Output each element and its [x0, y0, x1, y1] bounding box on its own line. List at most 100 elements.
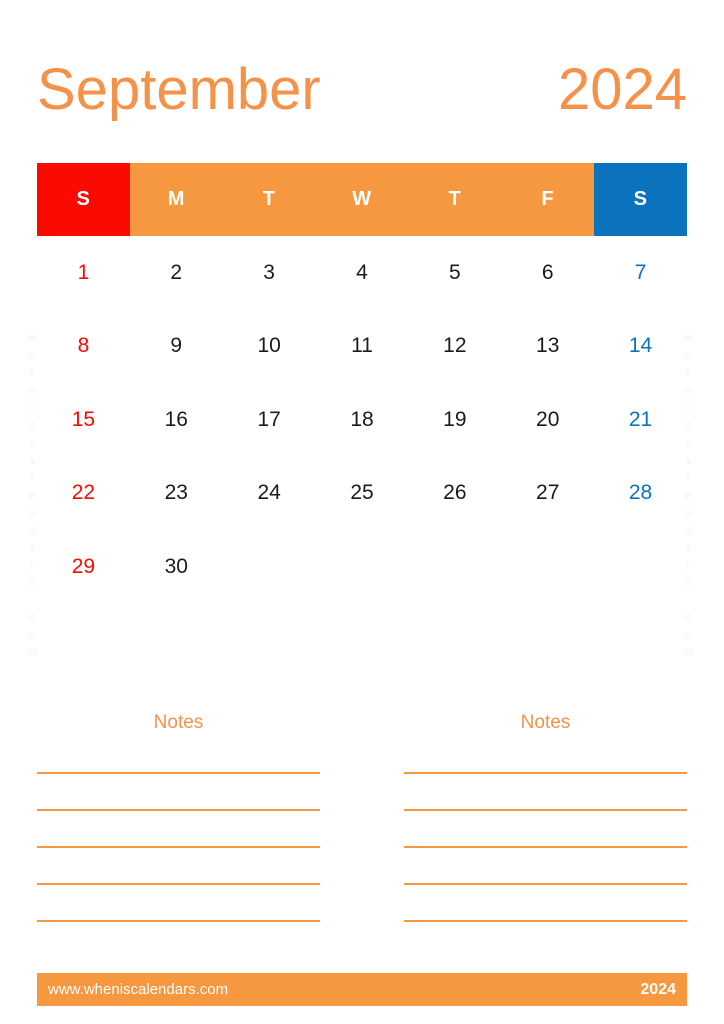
day-cell-12[interactable]: 12: [408, 310, 501, 384]
day-cell-28[interactable]: 28: [594, 457, 687, 531]
watermark-char: s: [685, 419, 691, 432]
watermark-char: i: [30, 402, 34, 414]
watermark-char: l: [686, 472, 690, 484]
notes-area: Notes Notes: [37, 712, 687, 922]
day-cell-6[interactable]: 6: [501, 236, 594, 310]
watermark-char: o: [684, 629, 692, 642]
watermark-char: .: [30, 594, 34, 607]
notes-lines-left: [37, 772, 320, 922]
day-cell-27[interactable]: 27: [501, 457, 594, 531]
weekday-header-row: SMTWTFS: [37, 163, 687, 236]
calendar-page: September 2024 SMTWTFS 1 2 3 4 5 6 7 8 9 10 11 12 13…: [0, 0, 724, 1024]
watermark-char: d: [684, 524, 692, 537]
day-cell-9[interactable]: 9: [130, 310, 223, 384]
day-cell-30[interactable]: 30: [130, 530, 223, 604]
day-cell-26[interactable]: 26: [408, 457, 501, 531]
note-line-left-1[interactable]: [37, 772, 320, 774]
note-line-left-5[interactable]: [37, 920, 320, 922]
note-line-left-2[interactable]: [37, 809, 320, 811]
watermark-left: wheniscalendars.com: [22, 330, 42, 663]
watermark-char: w: [684, 332, 692, 344]
day-cell-3[interactable]: 3: [223, 236, 316, 310]
watermark-char: a: [684, 542, 692, 554]
watermark-char: a: [28, 454, 36, 467]
weekday-header-6: S: [594, 163, 687, 236]
calendar-week-row: 22 23 24 25 26 27 28: [37, 457, 687, 531]
watermark-char: a: [684, 454, 692, 467]
watermark-char: n: [684, 507, 692, 519]
watermark-char: s: [685, 577, 691, 589]
footer-year: 2024: [640, 980, 676, 998]
day-cell-empty: [501, 530, 594, 604]
weekday-header-1: M: [129, 163, 223, 236]
note-line-right-1[interactable]: [404, 772, 687, 774]
watermark-char: c: [29, 612, 35, 624]
day-cell-20[interactable]: 20: [501, 383, 594, 457]
day-cell-14[interactable]: 14: [594, 310, 687, 384]
day-cell-17[interactable]: 17: [223, 383, 316, 457]
watermark-char: e: [684, 489, 692, 502]
watermark-char: m: [27, 647, 37, 659]
watermark-char: .: [686, 594, 690, 607]
note-line-left-4[interactable]: [37, 883, 320, 885]
day-cell-empty: [594, 530, 687, 604]
watermark-char: n: [28, 507, 36, 519]
footer-bar: www.wheniscalendars.com 2024: [37, 973, 687, 1006]
note-line-right-4[interactable]: [404, 883, 687, 885]
day-cell-25[interactable]: 25: [316, 457, 409, 531]
note-line-right-5[interactable]: [404, 920, 687, 922]
watermark-char: d: [28, 524, 36, 537]
day-cell-16[interactable]: 16: [130, 383, 223, 457]
day-cell-11[interactable]: 11: [316, 310, 409, 384]
note-line-right-3[interactable]: [404, 846, 687, 848]
weekday-header-0: S: [37, 163, 130, 236]
day-cell-29[interactable]: 29: [37, 530, 130, 604]
watermark-char: i: [686, 402, 690, 414]
day-cell-2[interactable]: 2: [130, 236, 223, 310]
weekday-header-3: W: [315, 163, 409, 236]
day-cell-23[interactable]: 23: [130, 457, 223, 531]
day-cell-10[interactable]: 10: [223, 310, 316, 384]
day-cell-15[interactable]: 15: [37, 383, 130, 457]
notes-column-left: Notes: [37, 712, 320, 922]
notes-lines-right: [404, 772, 687, 922]
watermark-char: s: [29, 419, 35, 432]
weekday-header-4: T: [408, 163, 502, 236]
day-cell-1[interactable]: 1: [37, 236, 130, 310]
watermark-char: m: [683, 647, 693, 659]
watermark-char: n: [28, 384, 36, 397]
watermark-char: e: [684, 367, 692, 379]
day-cell-7[interactable]: 7: [594, 236, 687, 310]
watermark-char: o: [28, 629, 36, 642]
day-cell-13[interactable]: 13: [501, 310, 594, 384]
weekday-header-2: T: [222, 163, 316, 236]
watermark-char: r: [686, 559, 690, 572]
footer-url[interactable]: www.wheniscalendars.com: [48, 981, 228, 998]
month-title: September: [37, 57, 321, 122]
day-cell-18[interactable]: 18: [316, 383, 409, 457]
notes-column-right: Notes: [404, 712, 687, 922]
watermark-char: h: [28, 349, 36, 362]
watermark-char: e: [28, 367, 36, 379]
watermark-char: s: [29, 577, 35, 589]
day-cell-empty: [316, 530, 409, 604]
note-line-right-2[interactable]: [404, 809, 687, 811]
watermark-char: e: [28, 489, 36, 502]
watermark-char: n: [684, 384, 692, 397]
day-cell-19[interactable]: 19: [408, 383, 501, 457]
watermark-right: wheniscalendars.com: [678, 330, 698, 663]
watermark-char: h: [684, 349, 692, 362]
note-line-left-3[interactable]: [37, 846, 320, 848]
calendar-grid: SMTWTFS 1 2 3 4 5 6 7 8 9 10 11 12 13 14 15 16 17 18 19 20 2…: [37, 163, 687, 604]
calendar-week-row: 15 16 17 18 19 20 21: [37, 383, 687, 457]
watermark-char: w: [28, 332, 36, 344]
page-title: September 2024: [37, 54, 687, 126]
day-cell-8[interactable]: 8: [37, 310, 130, 384]
day-cell-5[interactable]: 5: [408, 236, 501, 310]
calendar-week-row: 8 9 10 11 12 13 14: [37, 310, 687, 384]
day-cell-21[interactable]: 21: [594, 383, 687, 457]
watermark-char: r: [30, 559, 34, 572]
day-cell-24[interactable]: 24: [223, 457, 316, 531]
day-cell-4[interactable]: 4: [316, 236, 409, 310]
day-cell-22[interactable]: 22: [37, 457, 130, 531]
